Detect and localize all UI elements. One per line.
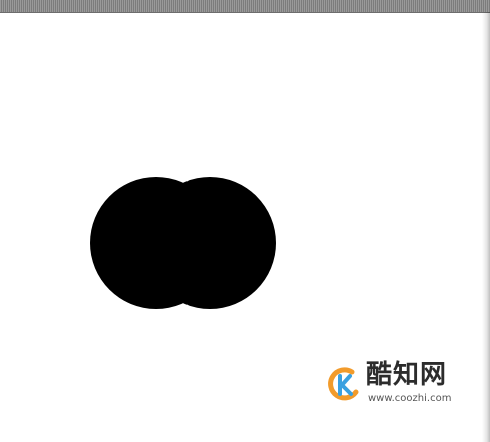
bottom-notch bbox=[179, 304, 189, 309]
watermark-url: www.coozhi.com bbox=[368, 393, 452, 404]
top-notch bbox=[179, 177, 189, 182]
coozhi-watermark: 酷知网 www.coozhi.com bbox=[326, 360, 476, 410]
window-right-edge-shadow bbox=[482, 12, 490, 442]
coozhi-logo-icon bbox=[328, 367, 359, 401]
overlapping-circles-shape bbox=[90, 177, 276, 309]
watermark-site-name: 酷知网 bbox=[366, 360, 448, 390]
right-circle bbox=[144, 177, 276, 309]
window-top-strip bbox=[0, 0, 490, 13]
